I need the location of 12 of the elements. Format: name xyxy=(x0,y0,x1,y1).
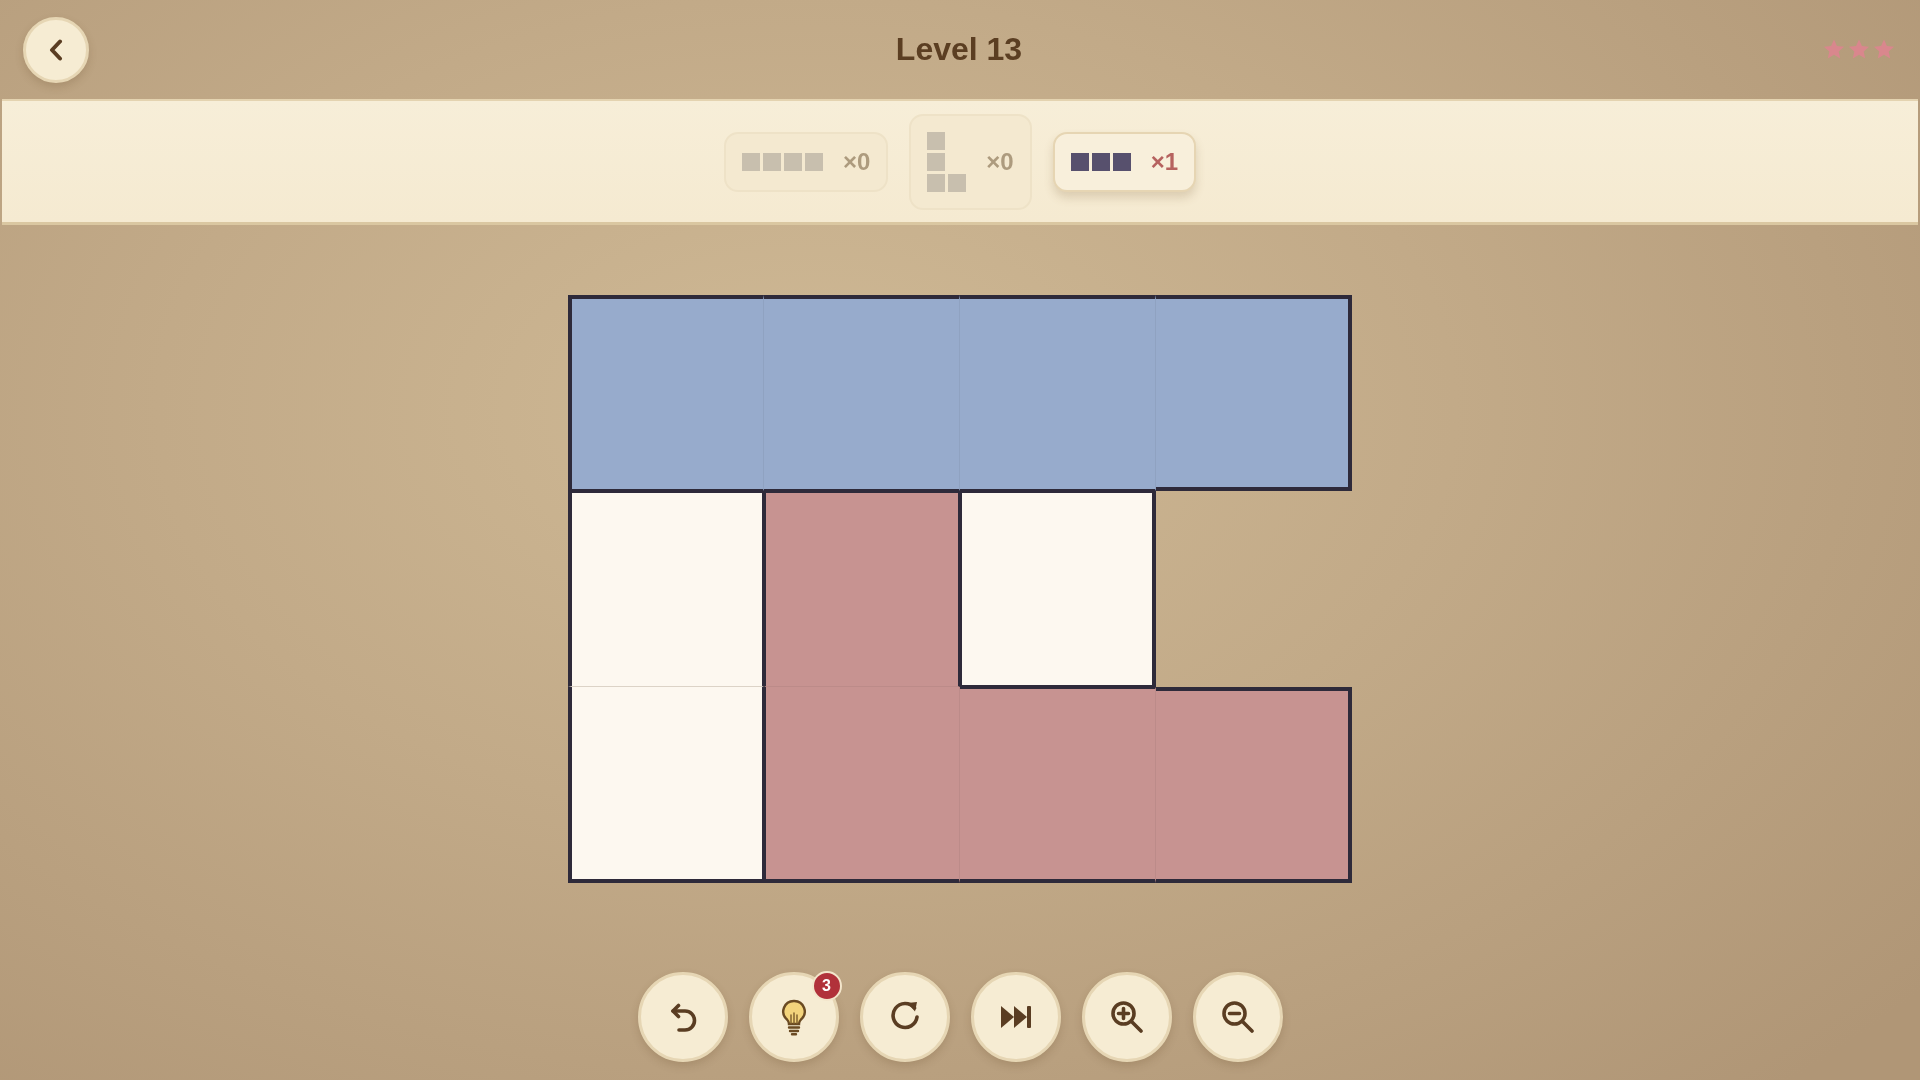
hint-count: 3 xyxy=(811,971,842,1001)
star-icon xyxy=(1848,39,1870,60)
chevron-left-icon xyxy=(49,38,63,61)
hint-button[interactable] xyxy=(748,972,839,1062)
piece-option[interactable]: ×1 xyxy=(1052,131,1197,192)
star-icon xyxy=(1823,39,1845,60)
level-title: Level 13 xyxy=(895,30,1023,69)
back-button[interactable] xyxy=(23,16,89,83)
block-shape-icon xyxy=(741,152,823,171)
block-shape-icon xyxy=(927,131,967,192)
block-shape-icon xyxy=(1070,152,1131,171)
star-icon xyxy=(1873,39,1895,60)
